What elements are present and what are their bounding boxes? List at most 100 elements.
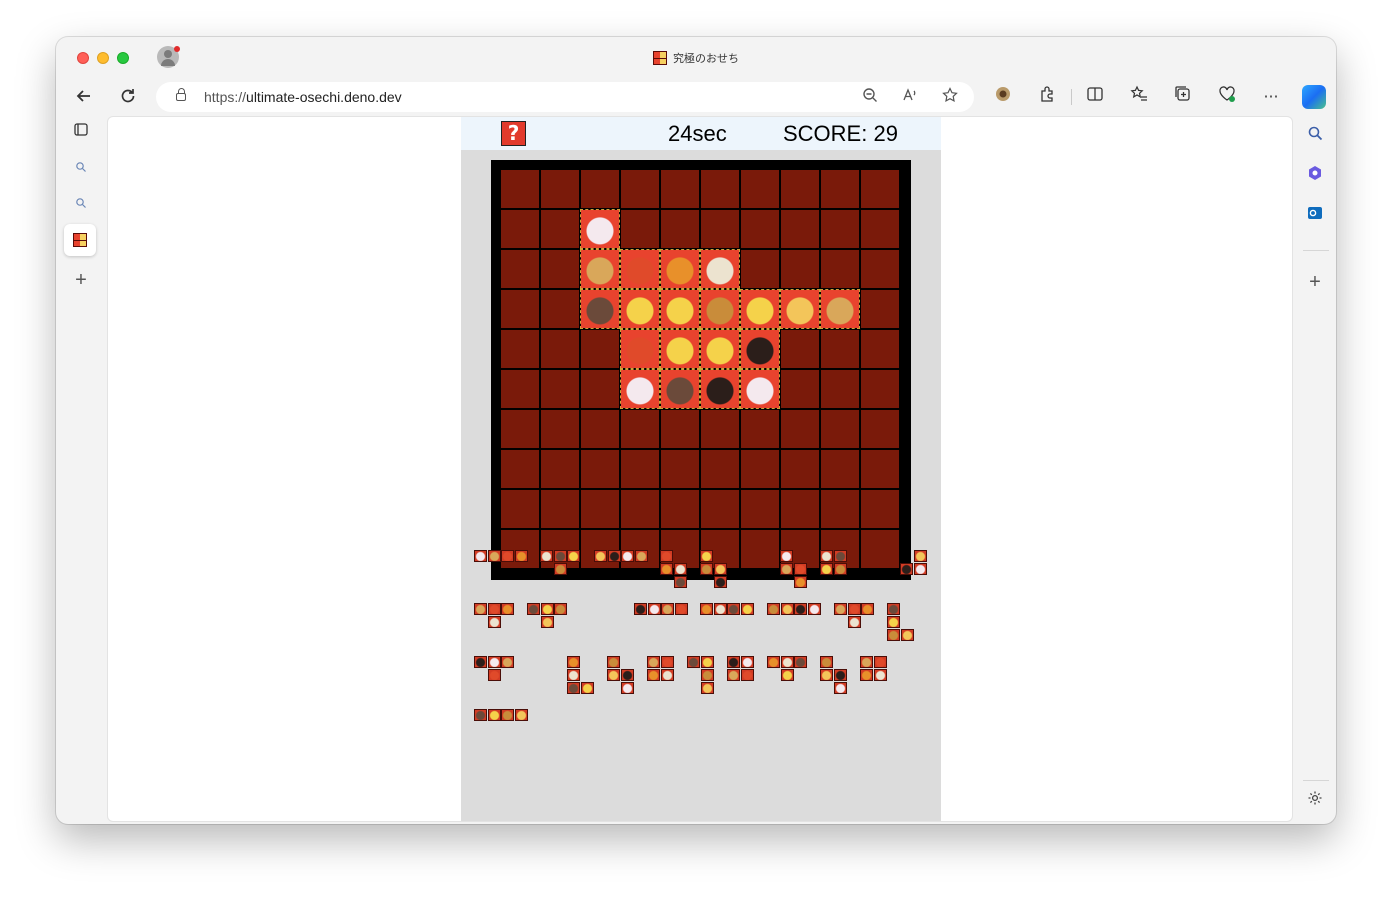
board-cell[interactable] — [541, 250, 579, 288]
tray-piece-cell[interactable] — [700, 563, 713, 575]
osechi-piece-kamaboko[interactable] — [620, 369, 660, 409]
board-cell[interactable] — [821, 450, 859, 488]
board-cell[interactable] — [781, 490, 819, 528]
back-arrow-icon[interactable] — [72, 86, 96, 108]
board-cell[interactable] — [781, 370, 819, 408]
board-cell[interactable] — [861, 490, 899, 528]
tray-piece-cell[interactable] — [660, 669, 674, 681]
board-cell[interactable] — [861, 330, 899, 368]
board-cell[interactable] — [501, 210, 539, 248]
tray-piece-cell[interactable] — [713, 563, 727, 575]
board-cell[interactable] — [861, 170, 899, 208]
tray-piece-cell[interactable] — [621, 550, 634, 562]
board-cell[interactable] — [701, 210, 739, 248]
tray-piece-cell[interactable] — [474, 656, 487, 668]
split-screen-icon[interactable] — [1083, 85, 1107, 109]
board-cell[interactable] — [781, 450, 819, 488]
board-cell[interactable] — [821, 170, 859, 208]
board-cell[interactable] — [861, 370, 899, 408]
tray-piece-cell[interactable] — [887, 603, 900, 615]
osechi-piece-tamago[interactable] — [660, 289, 700, 329]
board-cell[interactable] — [541, 210, 579, 248]
board-cell[interactable] — [821, 490, 859, 528]
tray-piece-cell[interactable] — [727, 669, 740, 681]
tray-piece-cell[interactable] — [660, 656, 674, 668]
tray-piece-cell[interactable] — [501, 709, 514, 721]
osechi-piece-herring[interactable] — [660, 369, 700, 409]
board-cell[interactable] — [821, 370, 859, 408]
osechi-piece-datemaki[interactable] — [820, 289, 860, 329]
board-cell[interactable] — [701, 450, 739, 488]
tray-piece-cell[interactable] — [913, 550, 927, 562]
board-cell[interactable] — [661, 410, 699, 448]
tray-piece-cell[interactable] — [501, 550, 514, 562]
tray-piece-cell[interactable] — [794, 656, 807, 668]
board-cell[interactable] — [501, 170, 539, 208]
outlook-icon[interactable] — [1303, 205, 1327, 229]
tray-piece-cell[interactable] — [673, 576, 687, 588]
add-sidebar-app-icon[interactable]: + — [1303, 270, 1327, 294]
tray-piece-cell[interactable] — [700, 550, 713, 562]
tray-piece-cell[interactable] — [594, 550, 607, 562]
tray-piece-cell[interactable] — [607, 656, 620, 668]
address-url[interactable]: https://ultimate-osechi.deno.dev — [204, 89, 402, 105]
board-cell[interactable] — [741, 450, 779, 488]
tray-piece-cell[interactable] — [487, 603, 501, 615]
tray-piece-cell[interactable] — [487, 669, 501, 681]
tray-piece-cell[interactable] — [740, 656, 754, 668]
board-cell[interactable] — [501, 330, 539, 368]
tray-piece-cell[interactable] — [833, 550, 847, 562]
tray-piece-cell[interactable] — [793, 563, 807, 575]
board-cell[interactable] — [501, 370, 539, 408]
osechi-piece-tamago[interactable] — [620, 289, 660, 329]
board-cell[interactable] — [861, 450, 899, 488]
board-cell[interactable] — [781, 250, 819, 288]
tray-piece-cell[interactable] — [647, 669, 660, 681]
board-cell[interactable] — [781, 170, 819, 208]
board-cell[interactable] — [661, 170, 699, 208]
board-cell[interactable] — [741, 210, 779, 248]
collections-icon[interactable] — [1171, 85, 1195, 109]
board-cell[interactable] — [501, 490, 539, 528]
tray-piece-cell[interactable] — [780, 603, 794, 615]
tray-piece-cell[interactable] — [700, 656, 714, 668]
board-cell[interactable] — [741, 410, 779, 448]
board-cell[interactable] — [821, 250, 859, 288]
board-cell[interactable] — [581, 490, 619, 528]
tray-piece-cell[interactable] — [620, 682, 634, 694]
board-cell[interactable] — [581, 170, 619, 208]
tray-piece-cell[interactable] — [767, 656, 780, 668]
board-cell[interactable] — [501, 530, 539, 568]
tray-piece-cell[interactable] — [713, 603, 727, 615]
board-cell[interactable] — [621, 170, 659, 208]
tray-piece-cell[interactable] — [580, 682, 594, 694]
tray-piece-cell[interactable] — [887, 629, 900, 641]
new-tab-plus-icon[interactable]: + — [69, 268, 93, 292]
tray-piece-cell[interactable] — [620, 669, 634, 681]
board-cell[interactable] — [621, 410, 659, 448]
tray-piece-cell[interactable] — [674, 603, 688, 615]
tray-piece-cell[interactable] — [647, 656, 660, 668]
search-tab-icon[interactable] — [69, 157, 93, 181]
tray-piece-cell[interactable] — [540, 603, 554, 615]
tray-piece-cell[interactable] — [820, 550, 833, 562]
tray-piece-cell[interactable] — [554, 603, 567, 615]
board-cell[interactable] — [501, 410, 539, 448]
board-cell[interactable] — [741, 250, 779, 288]
tray-piece-cell[interactable] — [474, 550, 487, 562]
board-cell[interactable] — [781, 330, 819, 368]
tray-piece-cell[interactable] — [767, 603, 780, 615]
osechi-piece-datemaki[interactable] — [580, 249, 620, 289]
zoom-out-icon[interactable] — [860, 87, 880, 107]
tray-piece-cell[interactable] — [780, 669, 794, 681]
tray-piece-cell[interactable] — [833, 563, 847, 575]
tray-piece-cell[interactable] — [740, 603, 754, 615]
tray-piece-cell[interactable] — [780, 550, 793, 562]
tray-piece-cell[interactable] — [607, 550, 621, 562]
tray-piece-cell[interactable] — [687, 656, 700, 668]
tray-piece-cell[interactable] — [487, 656, 501, 668]
tray-piece-cell[interactable] — [900, 629, 914, 641]
tray-piece-cell[interactable] — [713, 576, 727, 588]
read-aloud-icon[interactable] — [900, 87, 920, 107]
jubako-board[interactable] — [491, 160, 911, 580]
